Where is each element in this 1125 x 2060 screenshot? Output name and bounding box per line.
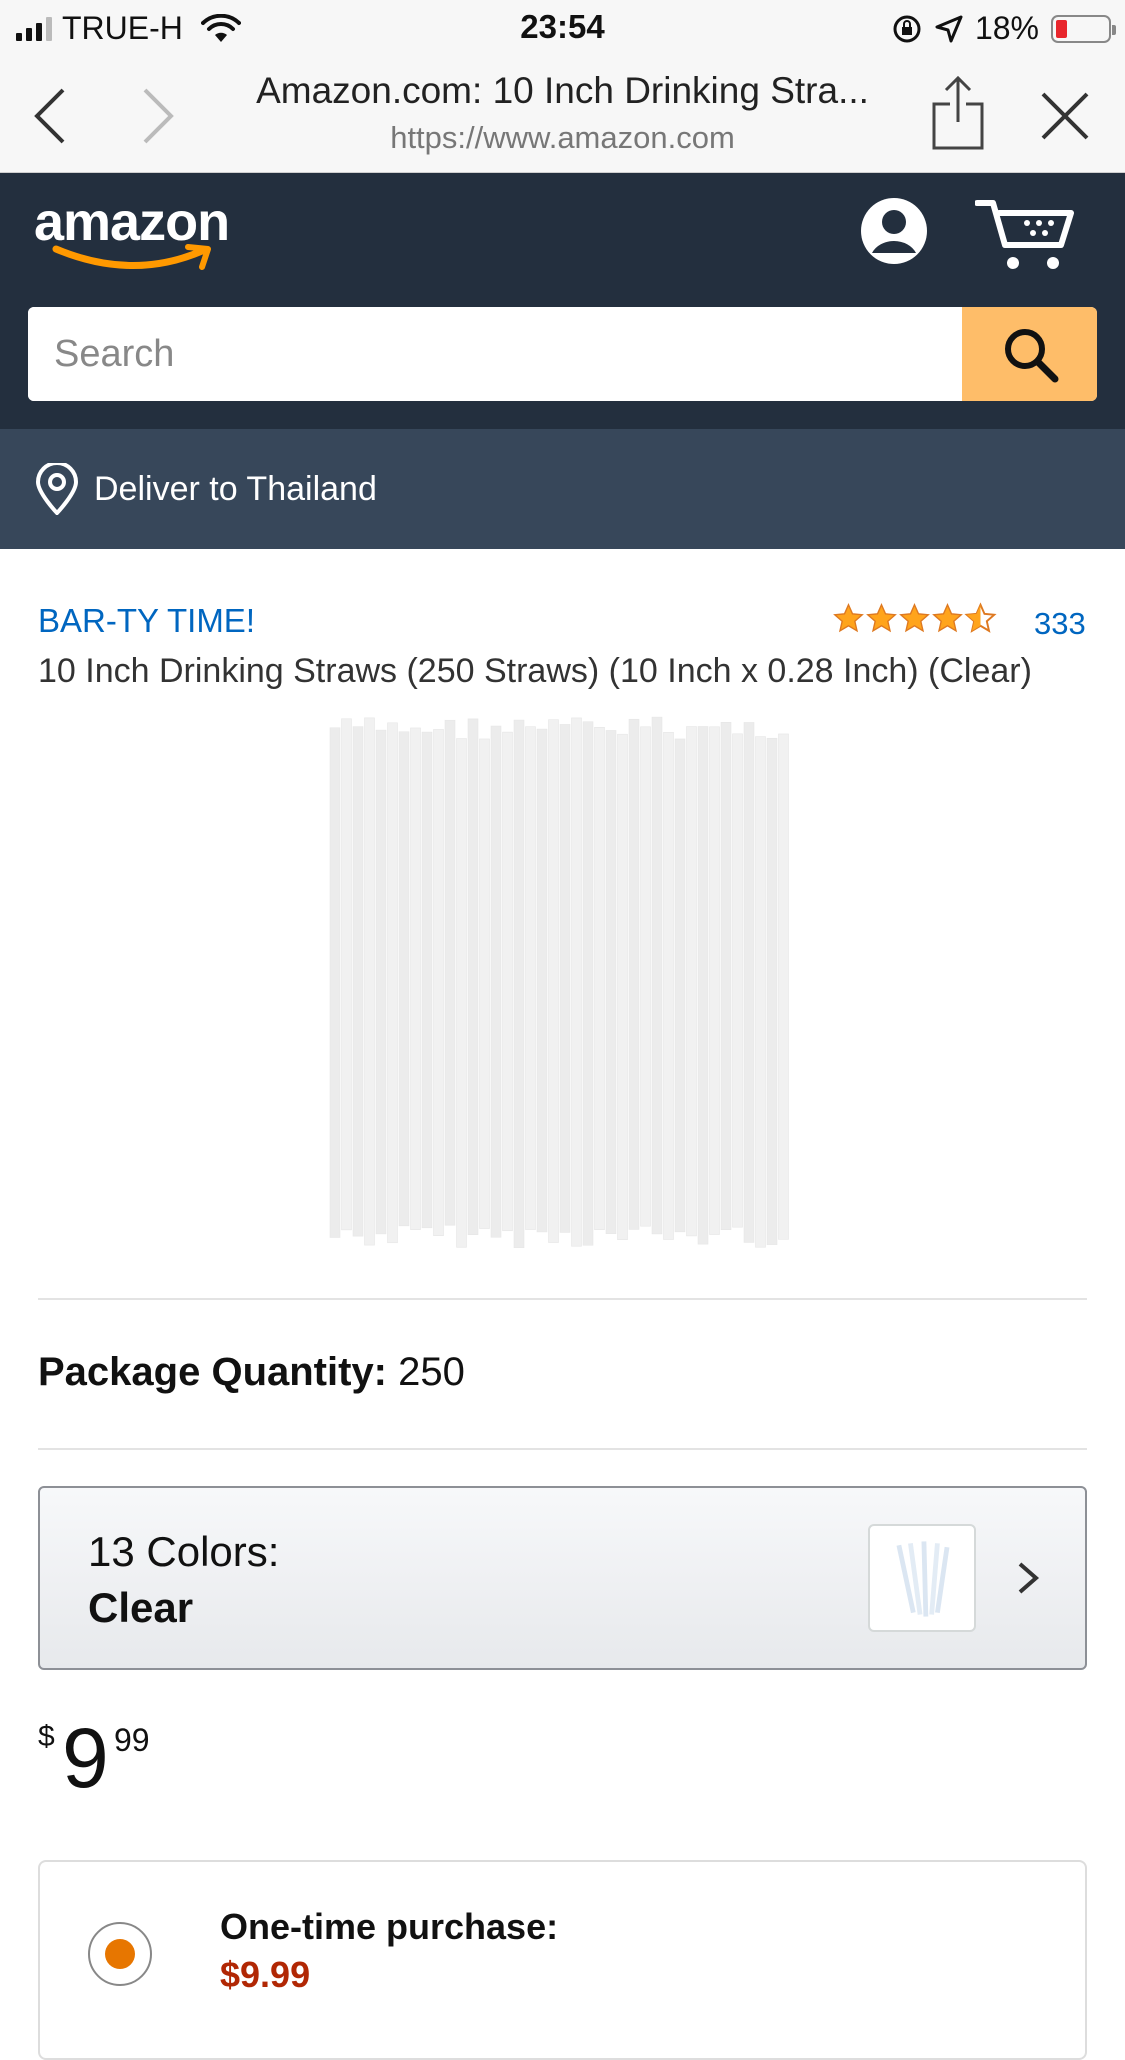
purchase-options-box: One-time purchase: $9.99 [38, 1860, 1087, 2060]
battery-percent: 18% [974, 10, 1039, 46]
star-full-icon [833, 603, 864, 633]
browser-page-title: Amazon.com: 10 Inch Drinking Stra... [256, 70, 869, 111]
status-bar: TRUE-H 23:54 18% [0, 0, 1125, 56]
site-header: amazon [0, 173, 1125, 429]
package-quantity[interactable]: Package Quantity: 250 [38, 1350, 465, 1395]
deliver-to-bar[interactable]: Deliver to Thailand [0, 429, 1125, 549]
forward-button[interactable] [128, 86, 188, 146]
product-image[interactable] [326, 712, 800, 1252]
status-right: 18% [891, 10, 1116, 47]
chevron-left-icon [34, 88, 65, 144]
share-button[interactable] [928, 72, 988, 152]
battery-icon [1051, 14, 1116, 43]
amazon-logo[interactable]: amazon [34, 191, 254, 271]
package-quantity-label: Package Quantity: [38, 1350, 388, 1394]
product-title: 10 Inch Drinking Straws (250 Straws) (10… [38, 652, 1032, 690]
price-fraction: 99 [114, 1722, 150, 1758]
one-time-purchase-price: $9.99 [220, 1954, 311, 1995]
one-time-purchase-label: One-time purchase: [220, 1906, 559, 1947]
search-button[interactable] [962, 307, 1097, 401]
cart-icon[interactable] [975, 197, 1075, 273]
back-button[interactable] [20, 86, 80, 146]
account-icon[interactable] [858, 195, 930, 267]
divider [38, 1448, 1087, 1450]
divider [38, 1298, 1087, 1300]
color-selector[interactable]: 13 Colors: Clear [38, 1486, 1087, 1670]
deliver-to-text: Deliver to Thailand [94, 469, 377, 508]
selected-color: Clear [88, 1584, 194, 1631]
search-input[interactable] [28, 307, 962, 401]
close-button[interactable] [1035, 86, 1095, 146]
star-full-icon [866, 603, 897, 633]
price-currency: $ [38, 1720, 55, 1753]
color-swatch-thumbnail [868, 1524, 976, 1632]
price-whole: 9 [62, 1711, 109, 1805]
colors-count-label: 13 Colors: [88, 1528, 280, 1575]
brand-link[interactable]: BAR-TY TIME! [38, 602, 255, 640]
chevron-right-icon [143, 88, 174, 144]
star-full-icon [899, 603, 930, 633]
orientation-lock-icon [893, 15, 921, 42]
search-icon [1004, 329, 1058, 383]
location-pin-icon [35, 463, 79, 515]
package-quantity-value: 250 [398, 1350, 465, 1394]
search-bar [28, 307, 1097, 401]
browser-url[interactable]: https://www.amazon.com [225, 120, 900, 156]
browser-toolbar: Amazon.com: 10 Inch Drinking Stra... htt… [0, 56, 1125, 173]
one-time-purchase-radio[interactable] [88, 1922, 152, 1986]
logo-smile-icon [52, 244, 211, 270]
star-rating[interactable] [832, 602, 997, 635]
chevron-right-icon [1018, 1562, 1040, 1594]
rating-count-link[interactable]: 333 [1034, 606, 1086, 642]
close-icon [1041, 92, 1089, 140]
share-icon [932, 75, 984, 150]
star-full-icon [932, 603, 963, 633]
star-half-icon [964, 602, 997, 633]
location-arrow-icon [935, 15, 963, 42]
